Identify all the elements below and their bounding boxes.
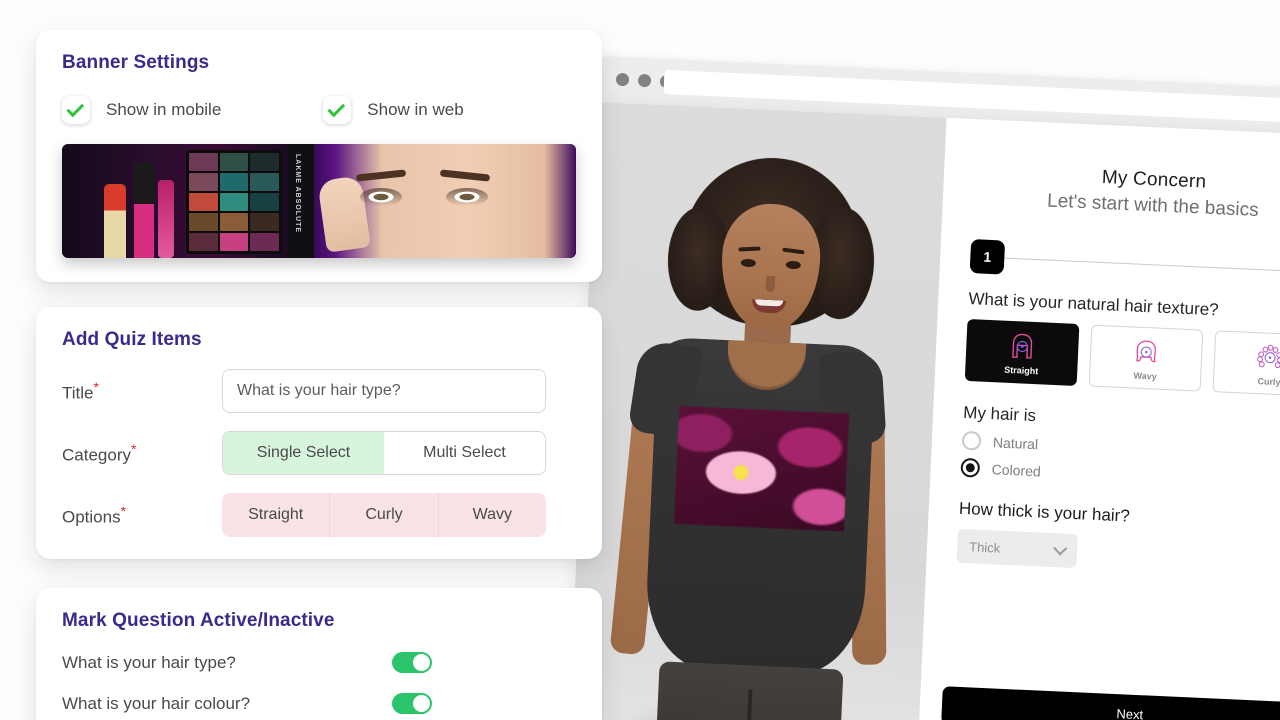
mark-question-label: What is your hair colour? — [62, 693, 251, 713]
minimize-dot-icon[interactable] — [637, 73, 652, 88]
title-field-label: Title* — [62, 379, 222, 404]
texture-option-wavy[interactable]: Wavy — [1088, 324, 1204, 392]
check-icon — [327, 99, 346, 117]
options-chip-group: Straight Curly Wavy — [222, 493, 546, 537]
chevron-down-icon — [1053, 541, 1068, 556]
options-field-label: Options* — [62, 503, 222, 528]
close-dot-icon[interactable] — [615, 72, 630, 87]
checkbox-label: Show in mobile — [106, 100, 222, 119]
texture-option-curly[interactable]: Curly — [1212, 330, 1280, 398]
toggle-hair-type[interactable] — [392, 652, 432, 673]
wavy-hair-icon — [1136, 340, 1156, 363]
radio-label: Natural — [992, 433, 1039, 452]
banner-settings-title: Banner Settings — [62, 52, 210, 73]
radio-unselected-icon — [961, 430, 982, 451]
radio-option-colored[interactable]: Colored — [960, 457, 1280, 493]
texture-option-list: Straight Wavy Curly — [964, 318, 1280, 398]
checkbox-icon[interactable] — [62, 96, 90, 124]
title-input[interactable] — [222, 369, 546, 413]
mark-question-card: Mark Question Active/Inactive What is yo… — [36, 588, 602, 720]
screenshot-root: My Concern Let's start with the basics 1… — [0, 0, 1280, 720]
mark-row-hair-type: What is your hair type? — [62, 652, 576, 673]
checkbox-icon[interactable] — [323, 96, 352, 124]
radio-label: Colored — [991, 460, 1042, 479]
toggle-knob — [413, 654, 430, 671]
banner-brand-text: LAKME ABSOLUTE — [294, 154, 301, 234]
texture-option-label: Straight — [1004, 364, 1039, 377]
banner-visibility-checkboxes: Show in mobile Show in web — [62, 96, 576, 124]
option-chip-curly[interactable]: Curly — [329, 493, 438, 537]
radio-selected-icon — [960, 457, 981, 478]
category-option-multi-select[interactable]: Multi Select — [384, 432, 545, 474]
add-quiz-items-title: Add Quiz Items — [62, 329, 202, 350]
thickness-select-value: Thick — [968, 538, 1001, 556]
form-row-title: Title* — [62, 369, 576, 413]
form-row-category: Category* Single Select Multi Select — [62, 431, 576, 475]
required-asterisk: * — [120, 502, 127, 519]
check-icon — [66, 99, 85, 117]
curly-hair-icon — [1257, 344, 1280, 369]
mark-row-hair-colour: What is your hair colour? — [62, 693, 576, 714]
next-button[interactable]: Next — [941, 686, 1280, 720]
step-indicator-1[interactable]: 1 — [969, 239, 1006, 275]
category-segmented-control: Single Select Multi Select — [222, 431, 546, 475]
option-chip-straight[interactable]: Straight — [222, 493, 330, 537]
browser-viewport: My Concern Let's start with the basics 1… — [567, 101, 1280, 720]
thickness-select[interactable]: Thick — [956, 528, 1078, 569]
mark-question-label: What is your hair type? — [62, 652, 236, 672]
checkbox-show-in-web[interactable]: Show in web — [323, 96, 464, 124]
required-asterisk: * — [93, 378, 99, 395]
texture-option-label: Curly — [1257, 376, 1280, 388]
toggle-knob — [413, 695, 430, 712]
required-asterisk: * — [130, 440, 137, 457]
mark-question-title: Mark Question Active/Inactive — [62, 610, 335, 631]
eyeshadow-palette — [186, 150, 282, 254]
option-chip-wavy[interactable]: Wavy — [437, 493, 546, 537]
quiz-stepper: 1 2 — [969, 239, 1280, 289]
texture-option-label: Wavy — [1133, 370, 1157, 382]
options-label-text: Options — [62, 507, 121, 527]
form-row-options: Options* Straight Curly Wavy — [62, 493, 576, 537]
banner-preview-image[interactable]: LAKME ABSOLUTE — [62, 144, 576, 258]
quiz-preview-panel: My Concern Let's start with the basics 1… — [917, 117, 1280, 720]
checkbox-show-in-mobile[interactable]: Show in mobile — [62, 96, 221, 124]
model-pants — [654, 661, 844, 720]
banner-settings-card: Banner Settings Show in mobile Show in w… — [36, 30, 602, 282]
category-field-label: Category* — [62, 441, 222, 466]
checkbox-label: Show in web — [367, 100, 464, 119]
browser-preview-mockup: My Concern Let's start with the basics 1… — [567, 36, 1280, 720]
banner-model-face — [314, 144, 576, 258]
model-photo — [567, 101, 947, 720]
add-quiz-items-card: Add Quiz Items Title* Category* Single S… — [36, 307, 602, 559]
category-label-text: Category — [62, 445, 131, 465]
category-option-single-select[interactable]: Single Select — [223, 432, 384, 474]
texture-option-straight[interactable]: Straight — [964, 318, 1080, 386]
stepper-connector — [1004, 257, 1280, 272]
texture-question: What is your natural hair texture? — [968, 288, 1220, 320]
toggle-hair-colour[interactable] — [392, 693, 432, 714]
straight-hair-icon — [1012, 333, 1033, 359]
title-label-text: Title — [62, 383, 94, 403]
thickness-question: How thick is your hair? — [958, 498, 1131, 526]
tshirt-floral-print — [673, 405, 850, 532]
